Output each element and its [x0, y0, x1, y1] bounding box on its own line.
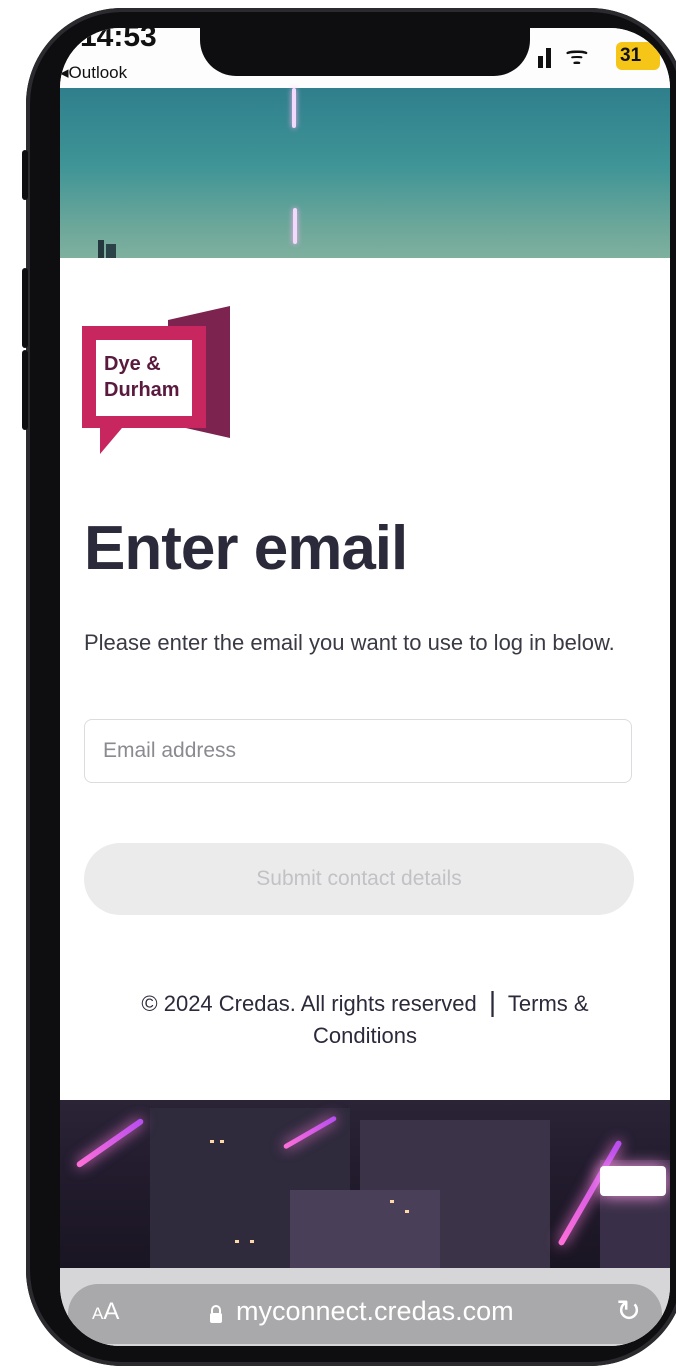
header-background-image — [60, 88, 670, 258]
submit-contact-details-button[interactable]: Submit contact details — [84, 843, 634, 915]
notch — [200, 28, 530, 76]
page-description: Please enter the email you want to use t… — [84, 630, 615, 655]
text-size-large-a: A — [103, 1298, 120, 1325]
reload-icon[interactable]: ↻ — [616, 1294, 641, 1329]
footer-separator: | — [488, 986, 497, 1017]
volume-down-button — [22, 350, 28, 430]
copyright-text: © 2024 Credas. All rights reserved — [141, 991, 477, 1016]
page-title: Enter email — [84, 514, 408, 583]
logo-text-line2: Durham — [104, 379, 180, 401]
email-field[interactable] — [84, 719, 632, 783]
login-card: Dye & Durham Enter email Please enter th… — [60, 258, 670, 1100]
status-bar: 14:53 ◂Outlook ᯤ 31 — [60, 28, 670, 88]
text-size-small-a: A — [92, 1304, 104, 1323]
back-app-arrow-icon: ◂ — [60, 63, 69, 82]
browser-toolbar: AA myconnect.credas.com ↻ — [60, 1268, 670, 1346]
building-silhouette — [98, 240, 116, 258]
url-text: myconnect.credas.com — [236, 1296, 514, 1326]
footer: © 2024 Credas. All rights reserved | Ter… — [90, 986, 640, 1052]
status-time: 14:53 — [80, 28, 157, 53]
back-app-label: Outlook — [68, 63, 128, 82]
battery-indicator: 31 — [616, 42, 660, 70]
wifi-icon: ᯤ — [565, 40, 589, 70]
text-size-button[interactable]: AA — [92, 1298, 119, 1326]
mute-switch — [22, 150, 28, 200]
footer-background-image — [60, 1100, 670, 1268]
phone-screen: 14:53 ◂Outlook ᯤ 31 Dye & Durham Enter e… — [60, 28, 670, 1346]
cellular-signal-icon — [538, 48, 551, 68]
logo-text-line1: Dye & — [104, 353, 161, 375]
dye-and-durham-logo: Dye & Durham — [82, 306, 230, 454]
address-bar[interactable]: AA myconnect.credas.com ↻ — [68, 1284, 662, 1344]
volume-up-button — [22, 268, 28, 348]
back-to-app-link[interactable]: ◂Outlook — [60, 63, 127, 83]
lock-icon — [210, 1305, 222, 1323]
